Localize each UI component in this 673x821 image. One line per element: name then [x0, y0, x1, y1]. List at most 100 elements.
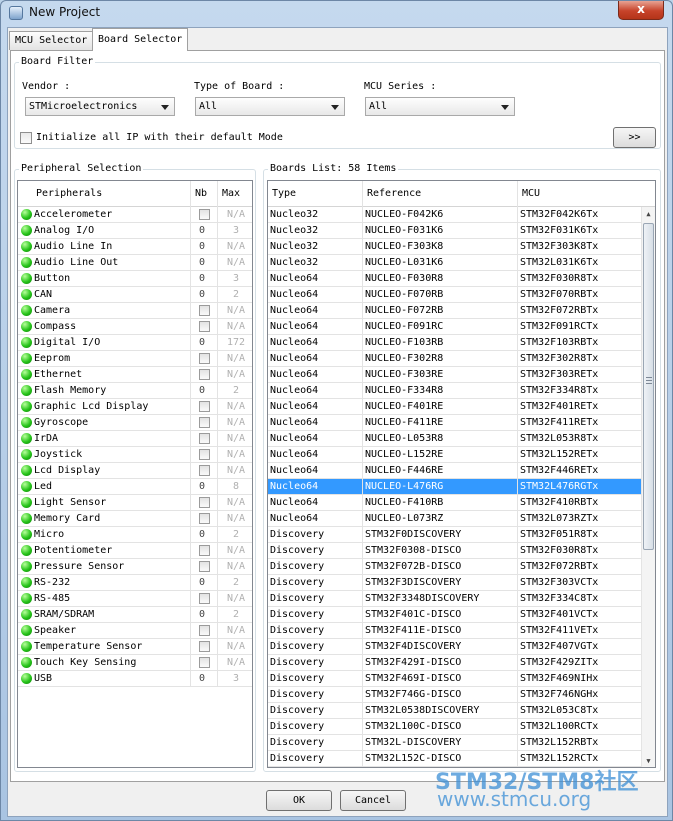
board-type-select[interactable]: All	[195, 97, 345, 116]
nb-value[interactable]: 0	[193, 337, 205, 348]
table-row[interactable]: Led 0 8	[18, 479, 252, 495]
expand-button[interactable]: >>	[613, 127, 656, 148]
table-row[interactable]: Nucleo32 NUCLEO-F042K6 STM32F042K6Tx	[268, 207, 641, 223]
nb-cell[interactable]	[191, 591, 218, 607]
table-row[interactable]: Discovery STM32F3348DISCOVERY STM32F334C8T…	[268, 591, 641, 607]
nb-cell[interactable]	[191, 623, 218, 639]
peripheral-checkbox[interactable]	[199, 433, 210, 444]
table-row[interactable]: Nucleo64 NUCLEO-F072RB STM32F072RBTx	[268, 303, 641, 319]
nb-cell[interactable]: 0	[191, 671, 218, 687]
table-row[interactable]: Ethernet N/A	[18, 367, 252, 383]
column-nb[interactable]: Nb	[191, 181, 218, 207]
table-row[interactable]: Micro 0 2	[18, 527, 252, 543]
peripheral-checkbox[interactable]	[199, 513, 210, 524]
table-row[interactable]: USB 0 3	[18, 671, 252, 687]
nb-cell[interactable]	[191, 447, 218, 463]
table-row[interactable]: RS-485 N/A	[18, 591, 252, 607]
nb-value[interactable]: 0	[193, 225, 205, 236]
nb-cell[interactable]: 0	[191, 479, 218, 495]
table-row[interactable]: Analog I/O 0 3	[18, 223, 252, 239]
table-row[interactable]: Nucleo64 NUCLEO-F091RC STM32F091RCTx	[268, 319, 641, 335]
peripheral-checkbox[interactable]	[199, 321, 210, 332]
table-row[interactable]: Discovery STM32F411E-DISCO STM32F411VETx	[268, 623, 641, 639]
boards-scrollbar[interactable]: ▲ ▼	[641, 207, 655, 767]
nb-cell[interactable]: 0	[191, 239, 218, 255]
peripheral-checkbox[interactable]	[199, 449, 210, 460]
table-row[interactable]: Nucleo64 NUCLEO-F070RB STM32F070RBTx	[268, 287, 641, 303]
tab-board-selector[interactable]: Board Selector	[92, 28, 189, 51]
scroll-down-icon[interactable]: ▼	[642, 754, 655, 767]
close-button[interactable]: x	[618, 1, 664, 20]
table-row[interactable]: Gyroscope N/A	[18, 415, 252, 431]
peripheral-checkbox[interactable]	[199, 657, 210, 668]
nb-cell[interactable]	[191, 319, 218, 335]
peripheral-checkbox[interactable]	[199, 561, 210, 572]
peripheral-checkbox[interactable]	[199, 401, 210, 412]
table-row[interactable]: Discovery STM32L-DISCOVERY STM32L152RBTx	[268, 735, 641, 751]
table-row[interactable]: Speaker N/A	[18, 623, 252, 639]
peripheral-checkbox[interactable]	[199, 465, 210, 476]
table-row[interactable]: Nucleo64 NUCLEO-F401RE STM32F401RETx	[268, 399, 641, 415]
table-row[interactable]: Nucleo64 NUCLEO-L476RG STM32L476RGTx	[268, 479, 641, 495]
table-row[interactable]: SRAM/SDRAM 0 2	[18, 607, 252, 623]
table-row[interactable]: Compass N/A	[18, 319, 252, 335]
nb-cell[interactable]	[191, 463, 218, 479]
table-row[interactable]: Nucleo32 NUCLEO-F303K8 STM32F303K8Tx	[268, 239, 641, 255]
peripheral-checkbox[interactable]	[199, 593, 210, 604]
table-row[interactable]: Discovery STM32F0308-DISCO STM32F030R8Tx	[268, 543, 641, 559]
nb-cell[interactable]: 0	[191, 223, 218, 239]
nb-cell[interactable]: 0	[191, 271, 218, 287]
table-row[interactable]: Joystick N/A	[18, 447, 252, 463]
nb-value[interactable]: 0	[193, 241, 205, 252]
table-row[interactable]: IrDA N/A	[18, 431, 252, 447]
nb-cell[interactable]	[191, 511, 218, 527]
table-row[interactable]: Eeprom N/A	[18, 351, 252, 367]
nb-value[interactable]: 0	[193, 481, 205, 492]
nb-cell[interactable]	[191, 431, 218, 447]
table-row[interactable]: Memory Card N/A	[18, 511, 252, 527]
ok-button[interactable]: OK	[266, 790, 332, 811]
peripheral-checkbox[interactable]	[199, 353, 210, 364]
table-row[interactable]: Discovery STM32F746G-DISCO STM32F746NGHx	[268, 687, 641, 703]
table-row[interactable]: Nucleo64 NUCLEO-L073RZ STM32L073RZTx	[268, 511, 641, 527]
table-row[interactable]: Discovery STM32L0538DISCOVERY STM32L053C8T…	[268, 703, 641, 719]
peripheral-checkbox[interactable]	[199, 497, 210, 508]
nb-cell[interactable]	[191, 415, 218, 431]
nb-cell[interactable]: 0	[191, 335, 218, 351]
table-row[interactable]: Discovery STM32F3DISCOVERY STM32F303VCTx	[268, 575, 641, 591]
table-row[interactable]: Discovery STM32F4DISCOVERY STM32F407VGTx	[268, 639, 641, 655]
table-row[interactable]: Nucleo64 NUCLEO-F410RB STM32F410RBTx	[268, 495, 641, 511]
table-row[interactable]: Nucleo64 NUCLEO-L152RE STM32L152RETx	[268, 447, 641, 463]
table-row[interactable]: Nucleo64 NUCLEO-F103RB STM32F103RBTx	[268, 335, 641, 351]
nb-cell[interactable]: 0	[191, 255, 218, 271]
table-row[interactable]: Temperature Sensor N/A	[18, 639, 252, 655]
table-row[interactable]: Graphic Lcd Display N/A	[18, 399, 252, 415]
nb-cell[interactable]	[191, 559, 218, 575]
table-row[interactable]: Discovery STM32F469I-DISCO STM32F469NIHx	[268, 671, 641, 687]
nb-cell[interactable]	[191, 367, 218, 383]
table-row[interactable]: Nucleo32 NUCLEO-F031K6 STM32F031K6Tx	[268, 223, 641, 239]
peripheral-checkbox[interactable]	[199, 417, 210, 428]
nb-value[interactable]: 0	[193, 289, 205, 300]
nb-cell[interactable]: 0	[191, 575, 218, 591]
scrollbar-thumb[interactable]	[643, 223, 654, 550]
peripheral-checkbox[interactable]	[199, 545, 210, 556]
peripheral-checkbox[interactable]	[199, 369, 210, 380]
table-row[interactable]: Light Sensor N/A	[18, 495, 252, 511]
table-row[interactable]: Nucleo64 NUCLEO-F446RE STM32F446RETx	[268, 463, 641, 479]
table-row[interactable]: Audio Line Out 0 N/A	[18, 255, 252, 271]
peripheral-checkbox[interactable]	[199, 209, 210, 220]
peripheral-checkbox[interactable]	[199, 305, 210, 316]
nb-cell[interactable]: 0	[191, 383, 218, 399]
nb-cell[interactable]	[191, 399, 218, 415]
title-bar[interactable]: New Project x	[1, 1, 672, 25]
table-row[interactable]: Discovery STM32L100C-DISCO STM32L100RCTx	[268, 719, 641, 735]
peripheral-checkbox[interactable]	[199, 641, 210, 652]
table-row[interactable]: RS-232 0 2	[18, 575, 252, 591]
table-row[interactable]: Button 0 3	[18, 271, 252, 287]
table-row[interactable]: Discovery STM32F0DISCOVERY STM32F051R8Tx	[268, 527, 641, 543]
nb-value[interactable]: 0	[193, 577, 205, 588]
nb-value[interactable]: 0	[193, 529, 205, 540]
table-row[interactable]: Accelerometer N/A	[18, 207, 252, 223]
peripheral-checkbox[interactable]	[199, 625, 210, 636]
